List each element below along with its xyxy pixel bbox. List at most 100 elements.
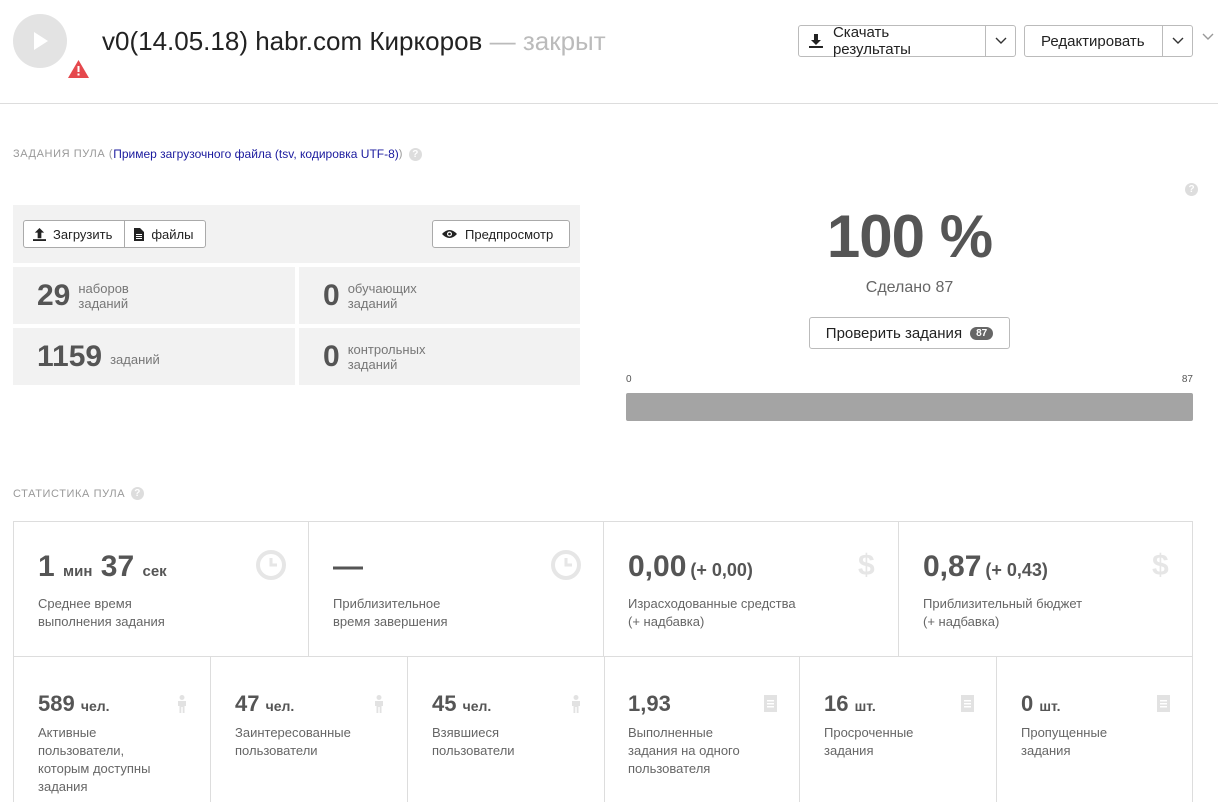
scale-min: 0 — [626, 374, 632, 385]
stat-caption: Взявшиеся пользователи — [432, 725, 515, 758]
sample-file-link[interactable]: Пример загрузочного файла (tsv, кодировк… — [113, 147, 399, 161]
file-icon — [134, 227, 145, 241]
upload-group: Загрузить файлы — [23, 220, 207, 248]
eta-caption: Приблизительное время завершения — [333, 596, 448, 629]
eta-cell: — Приблизительное время завершения — [309, 522, 604, 657]
document-icon — [764, 695, 777, 712]
budget-caption: Приблизительный бюджет (+ надбавка) — [923, 596, 1083, 629]
spent-value: 0,00 (+ 0,00) — [628, 550, 753, 583]
progress-percent: 100 % — [826, 203, 993, 270]
tasks-section-title: Задания пула ( — [13, 148, 114, 160]
tasks-toolbar: Загрузить файлы Предпросмотр — [13, 205, 580, 263]
warning-icon — [68, 60, 89, 78]
download-icon — [809, 34, 823, 48]
edit-dropdown-button[interactable] — [1162, 26, 1192, 56]
stat-label: контрольных заданий — [347, 341, 426, 372]
stat-label: наборов заданий — [78, 280, 129, 311]
stat-caption: Заинтересованные пользователи — [235, 725, 351, 758]
upload-label: Загрузить — [53, 226, 113, 242]
check-tasks-label: Проверить задания — [825, 324, 963, 342]
chevron-down-icon — [995, 37, 1006, 44]
dollar-icon: $ — [1152, 550, 1169, 580]
spent-caption: Израсходованные средства (+ надбавка) — [628, 596, 796, 629]
control-tasks-stat: 0 контрольных заданий — [299, 328, 580, 385]
files-button[interactable]: файлы — [124, 221, 205, 247]
stat-value: 1,93 — [628, 691, 671, 716]
pool-stats-grid: 1 мин 37 сек Среднее время выполнения зад… — [13, 521, 1193, 802]
help-icon[interactable]: ? — [409, 147, 423, 161]
download-dropdown-button[interactable] — [985, 26, 1015, 56]
eye-icon — [442, 230, 457, 238]
person-icon — [375, 695, 383, 713]
pool-status: — закрыт — [489, 26, 606, 56]
stat-label: обучающих заданий — [347, 280, 417, 311]
stat-value: 29 — [37, 278, 71, 312]
download-results-group: Скачать результаты — [798, 24, 1016, 58]
big-stats-row: 1 мин 37 сек Среднее время выполнения зад… — [14, 522, 1192, 657]
preview-label: Предпросмотр — [465, 226, 554, 242]
preview-button[interactable]: Предпросмотр — [432, 220, 570, 248]
pool-stats-title: Статистика пула — [13, 487, 126, 500]
progress-bar-fill — [626, 393, 1193, 421]
stat-value: 45 чел. — [432, 691, 492, 716]
check-tasks-badge: 87 — [970, 326, 994, 340]
person-icon — [572, 695, 580, 713]
play-button[interactable] — [13, 14, 67, 68]
tasks-per-user-cell: 1,93 Выполненные задания на одного пользов… — [604, 657, 800, 802]
document-icon — [961, 695, 974, 712]
done-count: Сделано 87 — [865, 279, 954, 296]
chevron-down-icon[interactable] — [1202, 33, 1214, 41]
stat-value: 0 — [323, 339, 340, 373]
tasks-section-label: Задания пула ( Пример загрузочного файла… — [13, 147, 423, 161]
upload-icon — [33, 227, 46, 241]
edit-label: Редактировать — [1041, 32, 1145, 50]
pool-title: v0(14.05.18) habr.com Киркоров — закрыт — [102, 26, 606, 57]
chevron-down-icon — [1172, 37, 1183, 44]
stat-value: 0 — [323, 278, 340, 312]
taken-users-cell: 45 чел. Взявшиеся пользователи — [408, 657, 605, 802]
stat-value: 47 чел. — [235, 691, 295, 716]
stat-value: 16 шт. — [824, 691, 876, 716]
stat-caption: Просроченные задания — [824, 725, 914, 758]
download-results-button[interactable]: Скачать результаты — [799, 24, 985, 58]
help-icon[interactable]: ? — [1185, 183, 1198, 196]
budget-value: 0,87 (+ 0,43) — [923, 550, 1048, 583]
edit-button[interactable]: Редактировать — [1025, 26, 1162, 56]
spent-cell: 0,00 (+ 0,00) Израсходованные средства (+ … — [604, 522, 899, 657]
files-label: файлы — [151, 226, 194, 242]
progress-bar — [626, 393, 1193, 421]
pool-stats-label: Статистика пула ? — [13, 487, 145, 500]
play-icon — [34, 32, 48, 50]
tasks-count-stat: 1159 заданий — [13, 328, 295, 385]
svg-text:$: $ — [858, 550, 875, 580]
scale-max: 87 — [1181, 374, 1193, 385]
stat-value: 0 шт. — [1021, 691, 1061, 716]
budget-cell: 0,87 (+ 0,43) Приблизительный бюджет (+ на… — [899, 522, 1192, 657]
help-icon[interactable]: ? — [131, 487, 145, 500]
edit-group: Редактировать — [1024, 25, 1193, 57]
stat-caption: Пропущенные задания — [1021, 725, 1108, 758]
task-suites-stat: 29 наборов заданий — [13, 267, 295, 324]
active-users-cell: 589 чел. Активные пользователи, которым до… — [14, 657, 211, 802]
download-results-label: Скачать результаты — [832, 24, 911, 58]
tasks-panel: Загрузить файлы Предпросмотр 29 наборов з… — [13, 205, 580, 385]
stat-value: 589 чел. — [38, 691, 110, 716]
check-tasks-button[interactable]: Проверить задания 87 — [809, 317, 1010, 349]
avg-time-cell: 1 мин 37 сек Среднее время выполнения зад… — [14, 522, 309, 657]
upload-button[interactable]: Загрузить — [24, 221, 124, 247]
eta-value: — — [333, 550, 363, 583]
avg-time-value: 1 мин 37 сек — [38, 550, 167, 583]
stat-caption: Выполненные задания на одного пользователя — [628, 725, 740, 776]
document-icon — [1157, 695, 1170, 712]
stat-caption: Активные пользователи, которым доступны зад… — [38, 725, 151, 794]
dollar-icon: $ — [858, 550, 875, 580]
overdue-tasks-cell: 16 шт. Просроченные задания — [800, 657, 997, 802]
small-stats-row: 589 чел. Активные пользователи, которым до… — [14, 657, 1192, 802]
person-icon — [178, 695, 186, 713]
tasks-section-title-end: ) — [398, 148, 404, 160]
pool-header: v0(14.05.18) habr.com Киркоров — закрыт … — [0, 0, 1218, 104]
stat-label: заданий — [110, 352, 160, 367]
stat-value: 1159 — [37, 339, 103, 373]
clock-icon — [256, 550, 286, 580]
clock-icon — [551, 550, 581, 580]
